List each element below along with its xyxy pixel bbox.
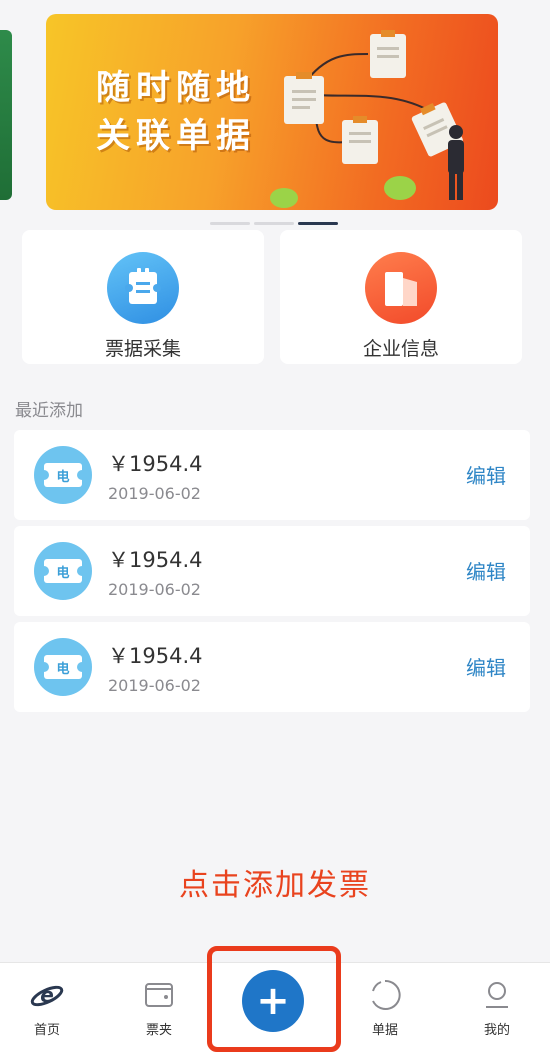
add-icon: + (256, 978, 290, 1024)
add-invoice-button[interactable]: + (242, 970, 304, 1032)
tab-label: 我的 (483, 1023, 510, 1038)
record-date: 2019-06-02 (108, 484, 201, 503)
pagination-dot-active[interactable] (298, 222, 338, 225)
invoice-type-badge: 电 (56, 566, 70, 581)
quick-action-enterprise-info[interactable]: 企业信息 (280, 230, 522, 364)
invoice-type-badge: 电 (56, 470, 70, 485)
ticket-collect-icon (107, 252, 179, 324)
promo-banner[interactable]: 随时随地 关联单据 (46, 14, 498, 210)
banner-pagination (210, 222, 338, 225)
tab-label: 首页 (33, 1023, 60, 1038)
svg-text:e: e (40, 983, 54, 1007)
invoice-type-badge: 电 (56, 662, 70, 677)
quick-action-label: 企业信息 (362, 338, 439, 360)
tab-label: 票夹 (145, 1023, 172, 1038)
e-invoice-icon: 电 (34, 638, 92, 696)
banner-prev-peek[interactable] (0, 30, 12, 200)
banner-title-line2: 关联单据 (96, 116, 256, 156)
tab-wallet[interactable]: 票夹 (124, 977, 194, 1038)
recent-record-item[interactable]: 电 ￥1954.4 2019-06-02 编辑 (14, 430, 530, 520)
quick-action-ticket-collect[interactable]: 票据采集 (22, 230, 264, 364)
edit-button[interactable]: 编辑 (466, 652, 506, 681)
pagination-dot[interactable] (210, 222, 250, 225)
recent-record-item[interactable]: 电 ￥1954.4 2019-06-02 编辑 (14, 526, 530, 616)
edit-button[interactable]: 编辑 (466, 460, 506, 489)
banner-title-line1: 随时随地 (96, 68, 256, 108)
record-amount: ￥1954.4 (108, 452, 203, 476)
record-date: 2019-06-02 (108, 676, 201, 695)
tab-receipts[interactable]: 单据 (350, 977, 420, 1038)
tab-home[interactable]: e 首页 (12, 977, 82, 1038)
receipts-icon (367, 977, 403, 1013)
tab-profile[interactable]: 我的 (462, 977, 532, 1038)
add-invoice-hint: 点击添加发票 (179, 868, 371, 903)
recent-record-item[interactable]: 电 ￥1954.4 2019-06-02 编辑 (14, 622, 530, 712)
home-icon: e (29, 977, 65, 1013)
banner-title: 随时随地 关联单据 (96, 64, 256, 160)
edit-button[interactable]: 编辑 (466, 556, 506, 585)
profile-icon (479, 977, 515, 1013)
e-invoice-icon: 电 (34, 446, 92, 504)
pagination-dot[interactable] (254, 222, 294, 225)
record-amount: ￥1954.4 (108, 548, 203, 572)
record-date: 2019-06-02 (108, 580, 201, 599)
e-invoice-icon: 电 (34, 542, 92, 600)
enterprise-info-icon (365, 252, 437, 324)
recent-section-title: 最近添加 (15, 401, 83, 421)
quick-action-label: 票据采集 (104, 338, 181, 360)
tab-label: 单据 (371, 1023, 398, 1038)
wallet-icon (141, 977, 177, 1013)
record-amount: ￥1954.4 (108, 644, 203, 668)
